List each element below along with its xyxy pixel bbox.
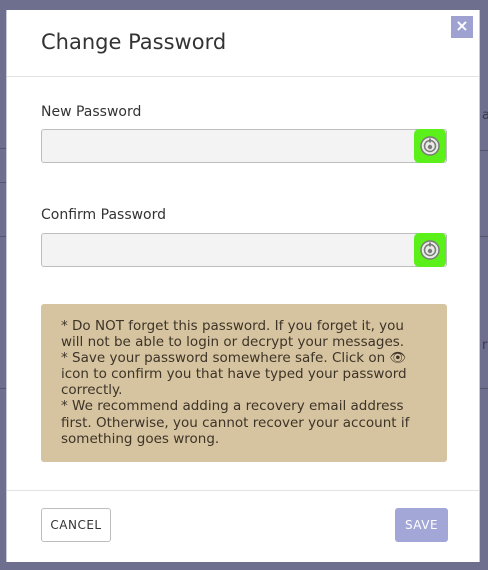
dialog-title: Change Password: [41, 30, 227, 54]
notice-line: * Do NOT forget this password. If you fo…: [61, 318, 405, 351]
new-password-field: [41, 129, 447, 163]
eye-icon: [420, 136, 440, 156]
new-password-input[interactable]: [42, 130, 402, 162]
notice-line: * Save your password somewhere safe. Cli…: [61, 350, 407, 399]
notice-line: * We recommend adding a recovery email a…: [61, 398, 410, 447]
confirm-password-visibility-toggle[interactable]: [414, 233, 446, 267]
change-password-dialog: × Change Password New Password Confirm P…: [6, 10, 480, 562]
password-warning-notice: * Do NOT forget this password. If you fo…: [41, 304, 447, 462]
dialog-footer-divider: [7, 490, 479, 491]
confirm-password-label: Confirm Password: [41, 207, 167, 223]
background-divider: [480, 150, 488, 151]
confirm-password-input[interactable]: [42, 234, 402, 266]
background-divider: [480, 388, 488, 389]
cancel-button[interactable]: CANCEL: [41, 508, 111, 542]
save-button[interactable]: SAVE: [395, 508, 448, 542]
dialog-header: Change Password: [7, 10, 479, 77]
background-partial-text: r: [482, 338, 488, 353]
new-password-visibility-toggle[interactable]: [414, 129, 446, 163]
background-partial-text: a: [482, 108, 488, 123]
new-password-label: New Password: [41, 104, 142, 120]
eye-icon: [420, 240, 440, 260]
confirm-password-field: [41, 233, 447, 267]
background-divider: [480, 236, 488, 237]
